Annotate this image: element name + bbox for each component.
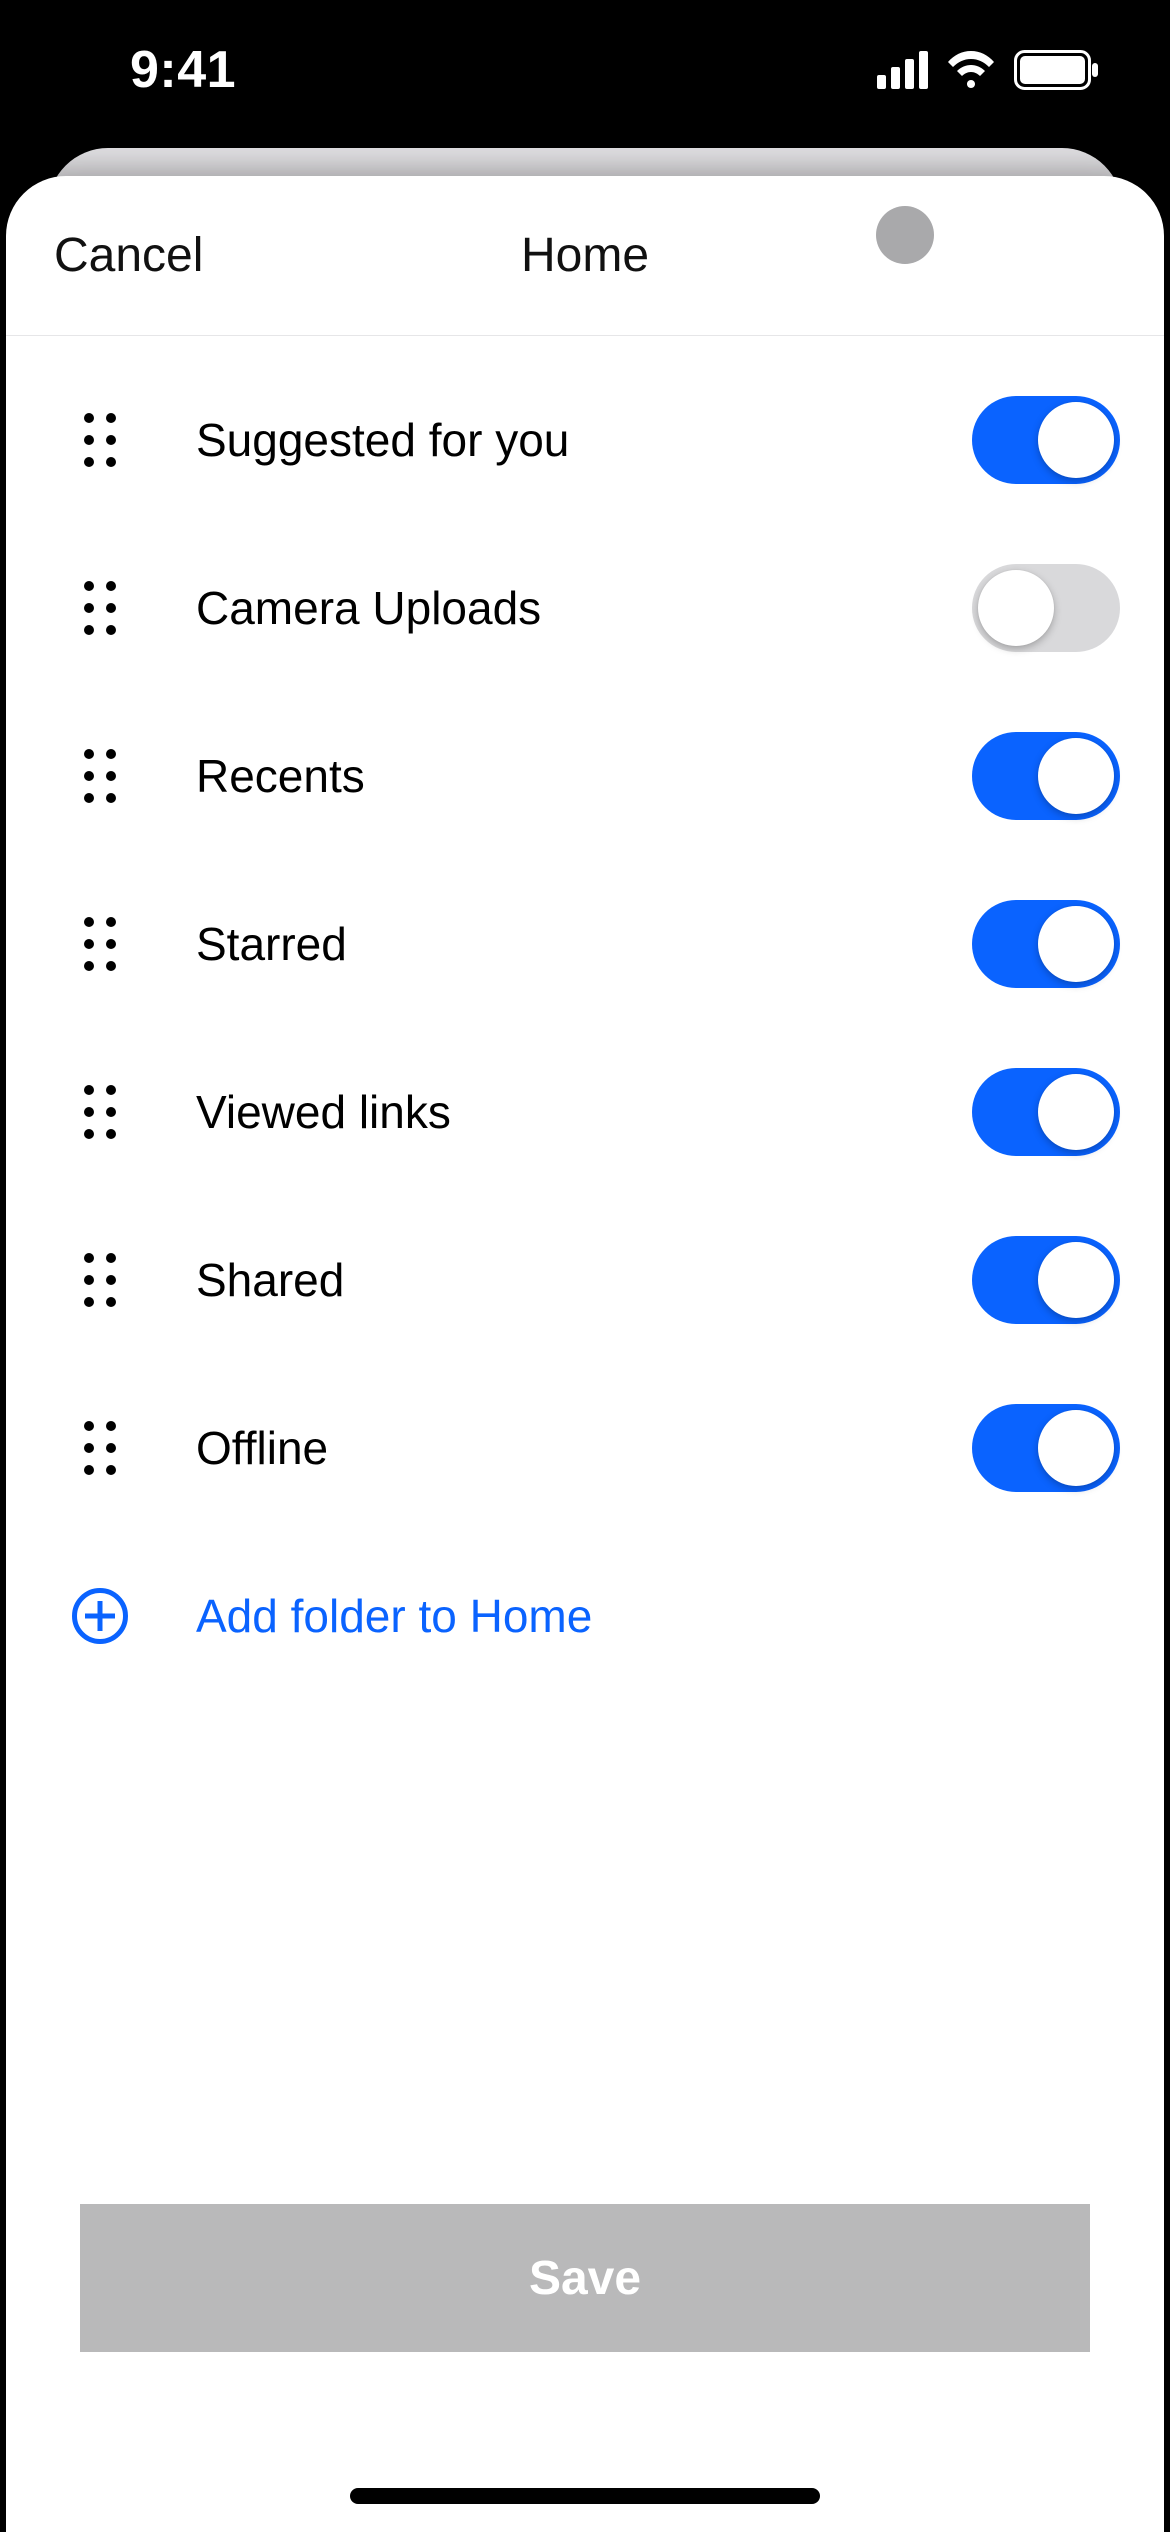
row-label: Shared: [196, 1253, 972, 1307]
battery-icon: [1014, 50, 1100, 90]
drag-handle-icon[interactable]: [84, 1253, 116, 1307]
list-item: Offline: [6, 1364, 1164, 1532]
status-bar: 9:41: [0, 0, 1170, 140]
plus-circle-icon: [72, 1588, 128, 1644]
drag-handle-icon[interactable]: [84, 1421, 116, 1475]
status-time: 9:41: [70, 40, 236, 100]
add-folder-label: Add folder to Home: [196, 1589, 592, 1643]
drag-handle-icon[interactable]: [84, 749, 116, 803]
add-folder-button[interactable]: Add folder to Home: [6, 1532, 1164, 1700]
toggle-switch[interactable]: [972, 1236, 1120, 1324]
list-item: Suggested for you: [6, 356, 1164, 524]
home-sections-list: Suggested for you Camera Uploads Recents St…: [6, 336, 1164, 1532]
page-title: Home: [521, 228, 649, 283]
status-right: [877, 50, 1100, 90]
list-item: Camera Uploads: [6, 524, 1164, 692]
sheet-header: Cancel Home: [6, 176, 1164, 336]
list-item: Viewed links: [6, 1028, 1164, 1196]
cancel-button[interactable]: Cancel: [54, 228, 203, 283]
toggle-switch[interactable]: [972, 1404, 1120, 1492]
drag-handle-icon[interactable]: [84, 917, 116, 971]
drag-handle-icon[interactable]: [84, 581, 116, 635]
modal-sheet: Cancel Home Suggested for you Camera Uplo…: [6, 176, 1164, 2532]
cellular-signal-icon: [877, 51, 928, 89]
toggle-switch[interactable]: [972, 396, 1120, 484]
row-label: Offline: [196, 1421, 972, 1475]
toggle-switch[interactable]: [972, 564, 1120, 652]
row-label: Suggested for you: [196, 413, 972, 467]
drag-handle-icon[interactable]: [84, 1085, 116, 1139]
save-button[interactable]: Save: [80, 2204, 1090, 2352]
row-label: Camera Uploads: [196, 581, 972, 635]
home-indicator: [350, 2488, 820, 2504]
list-item: Shared: [6, 1196, 1164, 1364]
row-label: Recents: [196, 749, 972, 803]
drag-handle-icon[interactable]: [84, 413, 116, 467]
row-label: Starred: [196, 917, 972, 971]
toggle-switch[interactable]: [972, 1068, 1120, 1156]
toggle-switch[interactable]: [972, 900, 1120, 988]
toggle-switch[interactable]: [972, 732, 1120, 820]
wifi-icon: [946, 51, 996, 89]
list-item: Recents: [6, 692, 1164, 860]
row-label: Viewed links: [196, 1085, 972, 1139]
list-item: Starred: [6, 860, 1164, 1028]
